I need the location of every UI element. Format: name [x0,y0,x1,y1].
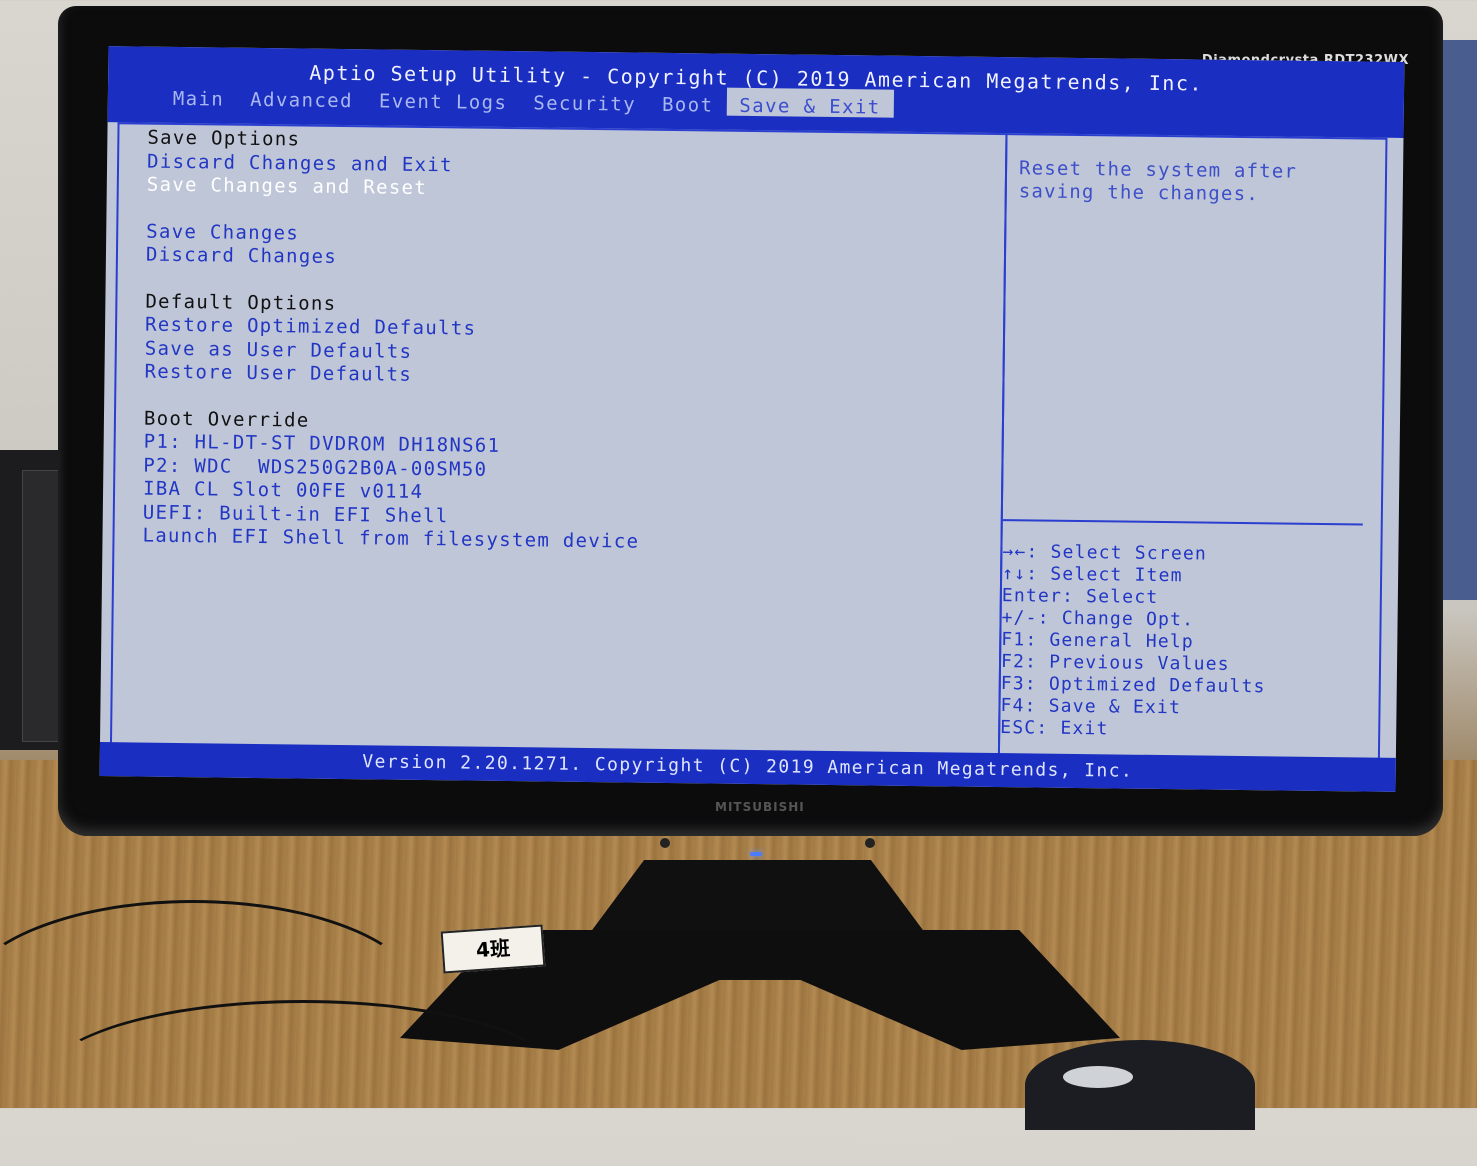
key-help-line: ↑↓: Select Item [1002,563,1183,587]
bios-screen: Aptio Setup Utility - Copyright (C) 2019… [99,46,1405,792]
item-help-text: Reset the system after saving the changes… [1019,157,1298,206]
tab-security[interactable]: Security [520,85,649,115]
monitor-button[interactable] [865,838,875,848]
tab-save-exit[interactable]: Save & Exit [726,87,894,119]
tab-event-logs[interactable]: Event Logs [366,83,521,114]
tab-boot[interactable]: Boot [649,87,727,117]
cable [40,1000,566,1166]
help-line: saving the changes. [1018,180,1260,206]
key-help-line: F3: Optimized Defaults [1000,673,1266,698]
mouse[interactable] [1025,1040,1255,1130]
monitor-maker-label: MITSUBISHI [715,800,805,814]
key-help-line: +/-: Change Opt. [1001,607,1195,631]
key-help-line: F1: General Help [1001,629,1195,653]
key-help-line: Enter: Select [1001,585,1159,608]
key-legend: →←: Select Screen ↑↓: Select Item Enter: S… [1000,541,1267,742]
mouse-wheel[interactable] [1063,1066,1133,1088]
monitor-button[interactable] [660,838,670,848]
tab-main[interactable]: Main [160,81,238,111]
key-help-line: ESC: Exit [1000,717,1109,740]
key-help-line: →←: Select Screen [1002,541,1208,565]
save-exit-menu: Save Options Discard Changes and Exit Save… [142,127,644,555]
help-line: Reset the system after [1018,157,1298,183]
key-help-line: F4: Save & Exit [1000,695,1182,719]
key-help-line: F2: Previous Values [1000,651,1230,675]
power-led-icon [750,852,762,856]
tab-advanced[interactable]: Advanced [237,82,366,112]
group-sticker: 4班 [440,924,546,974]
